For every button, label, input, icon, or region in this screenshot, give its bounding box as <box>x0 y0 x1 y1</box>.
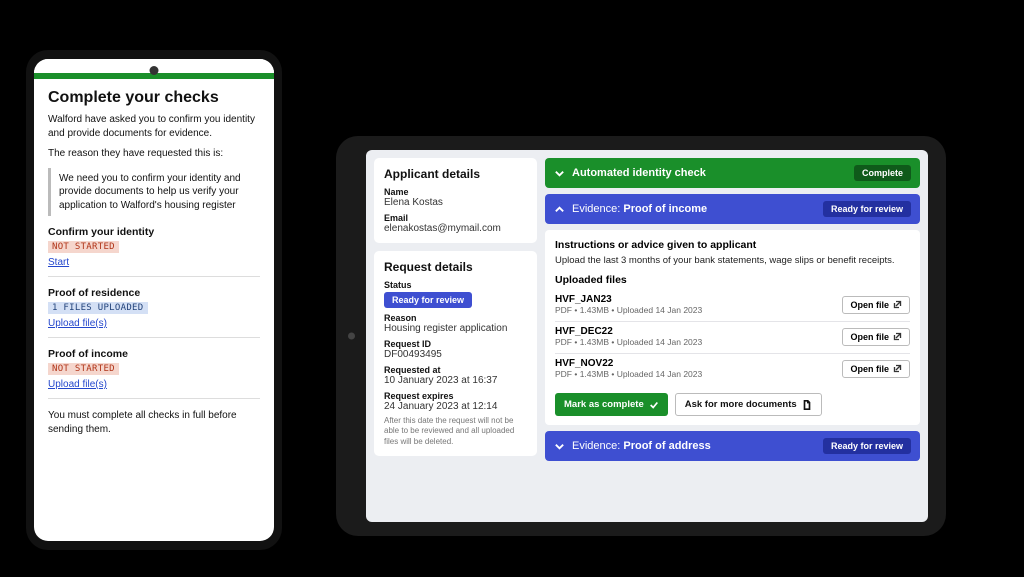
task-title: Proof of income <box>48 348 260 360</box>
chevron-up-icon <box>554 204 565 215</box>
reason-label: Reason <box>384 313 527 323</box>
request-heading: Request details <box>384 260 527 274</box>
request-id-value: DF00493495 <box>384 349 527 360</box>
instructions-body: Upload the last 3 months of your bank st… <box>555 255 910 266</box>
accordion-income[interactable]: Evidence: Proof of income Ready for revi… <box>545 194 920 224</box>
left-column: Applicant details Name Elena Kostas Emai… <box>374 158 537 514</box>
file-row: HVF_NOV22 PDF • 1.43MB • Uploaded 14 Jan… <box>555 354 910 385</box>
requested-at-label: Requested at <box>384 365 527 375</box>
tablet-camera-icon <box>348 333 355 340</box>
email-label: Email <box>384 213 527 223</box>
expires-note: After this date the request will not be … <box>384 416 527 447</box>
page-title: Complete your checks <box>48 89 260 107</box>
request-id-label: Request ID <box>384 339 527 349</box>
file-list: HVF_JAN23 PDF • 1.43MB • Uploaded 14 Jan… <box>555 290 910 385</box>
income-panel: Instructions or advice given to applican… <box>545 230 920 425</box>
phone-camera-icon <box>150 66 159 75</box>
file-meta: PDF • 1.43MB • Uploaded 14 Jan 2023 <box>555 369 702 379</box>
reason-quote: We need you to confirm your identity and… <box>48 168 260 217</box>
task-residence: Proof of residence 1 FILES UPLOADED Uplo… <box>48 287 260 338</box>
applicant-heading: Applicant details <box>384 167 527 181</box>
reason-label: The reason they have requested this is: <box>48 147 260 161</box>
request-card: Request details Status Ready for review … <box>374 251 537 456</box>
files-heading: Uploaded files <box>555 274 910 286</box>
accordion-identity[interactable]: Automated identity check Complete <box>545 158 920 188</box>
phone-side-button <box>282 220 285 270</box>
chevron-down-icon <box>554 168 565 179</box>
requested-at-value: 10 January 2023 at 16:37 <box>384 375 527 386</box>
name-label: Name <box>384 187 527 197</box>
status-badge: NOT STARTED <box>48 363 119 375</box>
ask-more-button[interactable]: Ask for more documents <box>675 393 822 416</box>
external-link-icon <box>893 300 902 309</box>
upload-link[interactable]: Upload file(s) <box>48 379 107 390</box>
document-icon <box>802 400 812 410</box>
accordion-title: Automated identity check <box>572 167 847 179</box>
applicant-card: Applicant details Name Elena Kostas Emai… <box>374 158 537 243</box>
open-file-button[interactable]: Open file <box>842 360 910 378</box>
task-title: Confirm your identity <box>48 226 260 238</box>
phone-screen: Complete your checks Walford have asked … <box>34 59 274 541</box>
accordion-title: Evidence: Proof of income <box>572 203 816 215</box>
external-link-icon <box>893 332 902 341</box>
name-value: Elena Kostas <box>384 197 527 208</box>
status-pill: Ready for review <box>384 292 472 308</box>
start-link[interactable]: Start <box>48 257 69 268</box>
file-name: HVF_NOV22 <box>555 358 702 369</box>
mark-complete-button[interactable]: Mark as complete <box>555 393 668 416</box>
task-identity: Confirm your identity NOT STARTED Start <box>48 226 260 277</box>
file-name: HVF_DEC22 <box>555 326 702 337</box>
task-income: Proof of income NOT STARTED Upload file(… <box>48 348 260 399</box>
expires-value: 24 January 2023 at 12:14 <box>384 401 527 412</box>
accordion-status: Ready for review <box>823 201 911 217</box>
file-row: HVF_DEC22 PDF • 1.43MB • Uploaded 14 Jan… <box>555 322 910 354</box>
intro-text: Walford have asked you to confirm you id… <box>48 113 260 140</box>
status-label: Status <box>384 280 527 290</box>
accordion-title: Evidence: Proof of address <box>572 440 816 452</box>
panel-actions: Mark as complete Ask for more documents <box>555 393 910 416</box>
accordion-address[interactable]: Evidence: Proof of address Ready for rev… <box>545 431 920 461</box>
check-icon <box>649 400 659 410</box>
right-column: Automated identity check Complete Eviden… <box>545 158 920 514</box>
phone-side-button <box>282 180 285 210</box>
phone-device: Complete your checks Walford have asked … <box>26 50 282 550</box>
file-name: HVF_JAN23 <box>555 294 702 305</box>
tablet-device: Applicant details Name Elena Kostas Emai… <box>336 136 946 536</box>
reason-value: Housing register application <box>384 323 527 334</box>
chevron-down-icon <box>554 441 565 452</box>
expires-label: Request expires <box>384 391 527 401</box>
accordion-status: Complete <box>854 165 911 181</box>
completion-note: You must complete all checks in full bef… <box>48 409 260 436</box>
accordion-status: Ready for review <box>823 438 911 454</box>
open-file-button[interactable]: Open file <box>842 328 910 346</box>
phone-side-button <box>23 200 26 240</box>
open-file-button[interactable]: Open file <box>842 296 910 314</box>
instructions-heading: Instructions or advice given to applican… <box>555 239 910 251</box>
file-meta: PDF • 1.43MB • Uploaded 14 Jan 2023 <box>555 305 702 315</box>
tablet-screen: Applicant details Name Elena Kostas Emai… <box>366 150 928 522</box>
phone-content: Complete your checks Walford have asked … <box>34 79 274 453</box>
status-badge: 1 FILES UPLOADED <box>48 302 148 314</box>
status-badge: NOT STARTED <box>48 241 119 253</box>
file-row: HVF_JAN23 PDF • 1.43MB • Uploaded 14 Jan… <box>555 290 910 322</box>
task-title: Proof of residence <box>48 287 260 299</box>
file-meta: PDF • 1.43MB • Uploaded 14 Jan 2023 <box>555 337 702 347</box>
upload-link[interactable]: Upload file(s) <box>48 318 107 329</box>
external-link-icon <box>893 364 902 373</box>
email-value: elenakostas@mymail.com <box>384 223 527 234</box>
